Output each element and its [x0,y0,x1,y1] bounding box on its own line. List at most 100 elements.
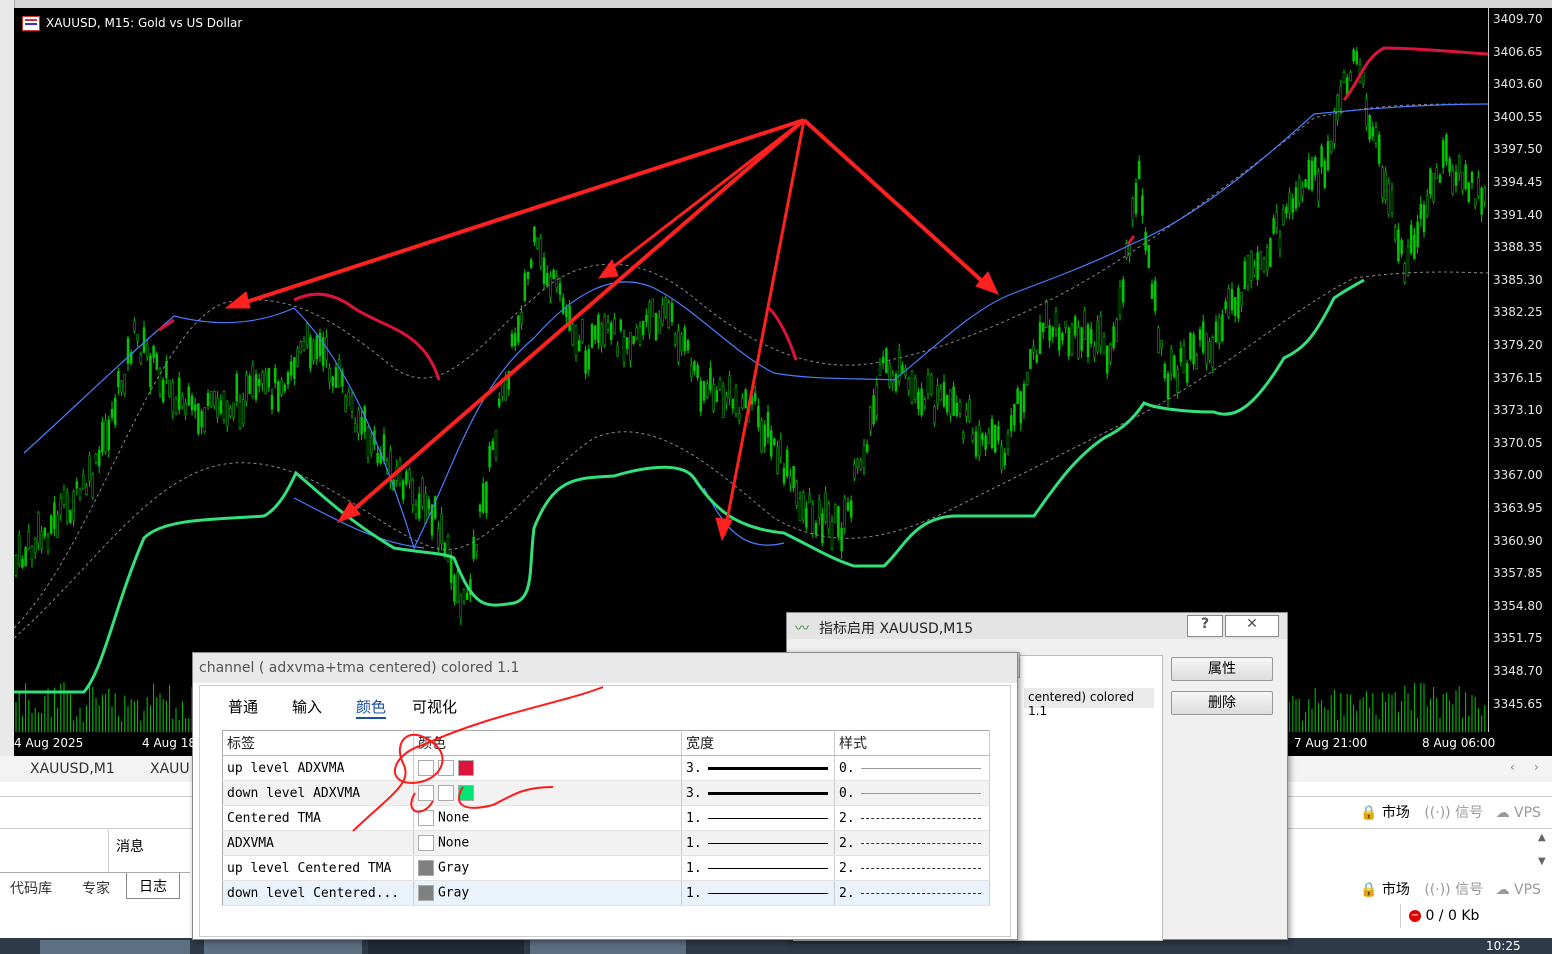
color-swatch[interactable] [417,860,434,876]
price-tick-label: 3385.30 [1493,272,1543,287]
candle-body [1240,292,1243,306]
candle-body [302,341,306,351]
candle-body [488,445,491,468]
tab-inputs[interactable]: 输入 [292,696,322,717]
candle-body [843,498,847,529]
market-link[interactable]: 市场 [1382,805,1410,821]
candle-body [152,345,155,358]
candle-body [881,356,885,364]
scroll-down-icon[interactable]: ▼ [1538,856,1546,867]
candle-body [561,297,565,314]
candle-body [677,330,680,363]
candle-body [744,389,747,409]
candle-body [1083,310,1087,340]
row-style[interactable]: 2. [834,830,990,856]
row-style[interactable]: 2. [834,880,990,906]
row-width-value: 1. [686,860,702,876]
row-width[interactable]: 1. [681,880,835,906]
candle-body [872,395,875,425]
symbol-tab-xauusd-m1[interactable]: XAUUSD,M1 [30,761,115,777]
candle-body [955,402,959,417]
candle-body [494,430,498,458]
candle-body [206,392,210,407]
candle-body [241,399,245,424]
candle-body [721,385,725,419]
vps-link[interactable]: VPS [1514,882,1541,898]
candle-body [961,432,965,439]
candle-body [725,395,728,404]
taskbar-app-4[interactable] [530,940,686,954]
row-color[interactable]: Gray [413,855,683,881]
delete-button[interactable]: 删除 [1171,691,1273,715]
tab-common[interactable]: 普通 [228,696,258,717]
candle-body [94,454,98,463]
candle-body [481,483,485,513]
candle-body [1067,327,1071,357]
symbol-tab-xauusd[interactable]: XAUU [150,761,190,777]
taskbar-app-3[interactable] [368,940,524,954]
candle-body [1361,72,1365,84]
candle-body [27,530,31,549]
row-style[interactable]: 2. [834,805,990,831]
tab-codebase[interactable]: 代码库 [10,878,52,898]
candle-body [689,364,693,377]
row-style[interactable]: 0. [834,780,990,806]
candle-body [1016,388,1019,404]
time-tick-label: 4 Aug 18 [142,736,196,750]
candle-body [990,418,994,449]
candle-body [30,546,34,560]
price-axis[interactable]: 3409.70 3406.65 3403.60 3400.55 3397.50 3394.… [1488,8,1552,732]
candle-body [734,386,738,415]
properties-button[interactable]: 属性 [1171,657,1273,681]
taskbar-app-2[interactable] [204,940,362,954]
candle-body [539,237,543,267]
candle-body [840,527,843,552]
candle-body [702,381,706,401]
candle-body [440,513,443,545]
row-style[interactable]: 2. [834,855,990,881]
tab-journal[interactable]: 日志 [126,873,180,899]
signals-link[interactable]: 信号 [1455,805,1483,821]
candle-body [571,324,575,345]
candle-body [261,372,264,384]
candle-body [699,380,703,412]
close-button[interactable]: ✕ [1225,615,1279,637]
candle-body [417,493,421,519]
candle-body [798,498,802,522]
help-button[interactable]: ? [1187,615,1223,637]
candle-body [1112,326,1115,348]
price-tick-label: 3403.60 [1493,77,1543,92]
tab-experts[interactable]: 专家 [82,878,110,898]
market-link[interactable]: 市场 [1382,882,1410,898]
signals-link[interactable]: 信号 [1455,882,1483,898]
candle-body [446,536,450,563]
candle-body [453,575,456,602]
candle-body [833,504,837,523]
scroll-up-icon[interactable]: ▲ [1538,832,1546,843]
candle-body [1198,329,1202,341]
candle-body [1425,195,1429,215]
scroll-left-icon[interactable]: ‹ [1510,760,1515,774]
candle-body [1000,445,1003,470]
row-style-value: 0. [839,785,855,801]
candle-body [1467,182,1471,202]
candle-body [1192,334,1195,365]
candle-body [523,272,527,301]
candle-body [1205,333,1208,365]
taskbar-app-1[interactable] [40,940,190,954]
colors-table-row[interactable]: up level Centered TMA Gray 1. 2. [222,855,990,881]
vps-link[interactable]: VPS [1514,805,1541,821]
candle-body [1419,203,1423,220]
row-color[interactable]: Gray [413,880,683,906]
candle-body [1390,189,1394,213]
candle-body [1019,391,1023,424]
price-tick-label: 3409.70 [1493,12,1543,26]
row-style[interactable]: 0. [834,755,990,781]
candle-body [737,413,741,421]
candle-body [1045,300,1048,328]
scroll-right-icon[interactable]: › [1534,760,1539,774]
color-swatch[interactable] [417,885,434,901]
colors-table-row[interactable]: down level Centered... Gray 1. 2. [222,880,990,906]
row-width[interactable]: 1. [681,855,835,881]
indicator-list-item[interactable]: centered) colored 1.1 [1024,688,1154,718]
